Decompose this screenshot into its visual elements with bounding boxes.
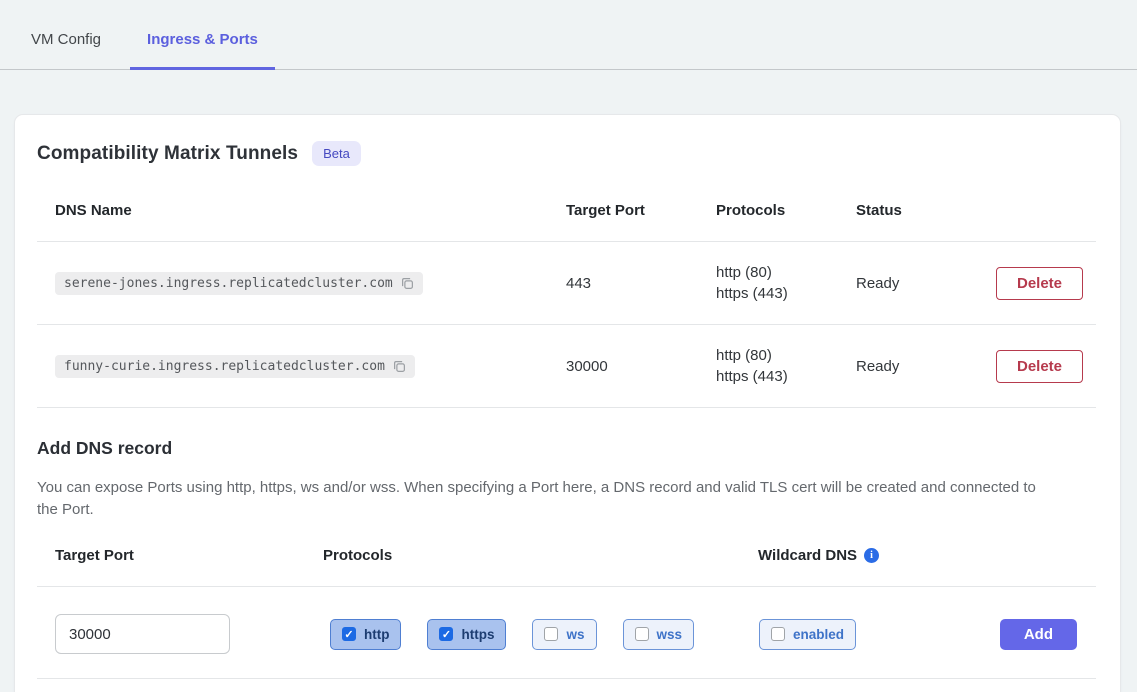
tunnels-card: Compatibility Matrix Tunnels Beta DNS Na… (14, 114, 1121, 692)
delete-button[interactable]: Delete (996, 350, 1083, 383)
action-cell: Delete (996, 350, 1102, 383)
table-row: serene-jones.ingress.replicatedcluster.c… (37, 241, 1096, 324)
dns-cell: funny-curie.ingress.replicatedcluster.co… (37, 355, 566, 378)
checkbox-box-icon: ✓ (544, 627, 558, 641)
table-row: funny-curie.ingress.replicatedcluster.co… (37, 324, 1096, 407)
status-cell: Ready (856, 275, 996, 292)
checkbox-wildcard-enabled[interactable]: ✓ enabled (759, 619, 856, 650)
status-cell: Ready (856, 358, 996, 375)
tab-bar: VM Config Ingress & Ports (0, 0, 1137, 70)
target-port-input[interactable] (55, 614, 230, 654)
port-cell: 30000 (566, 358, 716, 375)
protocol-line: http (80) (716, 345, 856, 366)
add-form-row: ✓ http ✓ https ✓ ws ✓ wss ✓ (37, 586, 1096, 679)
header-target-port: Target Port (566, 202, 716, 219)
checkbox-https[interactable]: ✓ https (427, 619, 506, 650)
protocols-cell: ✓ http ✓ https ✓ ws ✓ wss (323, 619, 758, 650)
copy-icon[interactable] (400, 276, 415, 291)
card-title-row: Compatibility Matrix Tunnels Beta (37, 141, 1096, 166)
dns-name-text: funny-curie.ingress.replicatedcluster.co… (64, 359, 385, 374)
header-protocols: Protocols (716, 202, 856, 219)
add-form-header: Target Port Protocols Wildcard DNS i (37, 547, 1096, 586)
action-cell: Delete (996, 267, 1102, 300)
info-icon[interactable]: i (864, 548, 879, 563)
checkbox-label: ws (566, 627, 584, 642)
port-cell: 443 (566, 275, 716, 292)
header-target-port: Target Port (37, 547, 323, 564)
checkbox-wss[interactable]: ✓ wss (623, 619, 695, 650)
dns-name-text: serene-jones.ingress.replicatedcluster.c… (64, 276, 393, 291)
wildcard-dns-cell: ✓ enabled (758, 619, 998, 650)
copy-icon[interactable] (392, 359, 407, 374)
checkbox-label: enabled (793, 627, 844, 642)
beta-badge: Beta (312, 141, 361, 166)
header-protocols: Protocols (323, 547, 758, 564)
checkbox-box-icon: ✓ (771, 627, 785, 641)
protocols-cell: http (80) https (443) (716, 345, 856, 387)
tunnels-table: DNS Name Target Port Protocols Status se… (37, 196, 1096, 407)
checkbox-box-icon: ✓ (342, 627, 356, 641)
tab-vm-config[interactable]: VM Config (14, 7, 118, 70)
add-button[interactable]: Add (1000, 619, 1077, 650)
protocols-cell: http (80) https (443) (716, 262, 856, 304)
checkbox-box-icon: ✓ (439, 627, 453, 641)
checkbox-label: wss (657, 627, 683, 642)
wildcard-dns-label: Wildcard DNS (758, 547, 857, 564)
checkbox-label: http (364, 627, 389, 642)
checkbox-http[interactable]: ✓ http (330, 619, 401, 650)
delete-button[interactable]: Delete (996, 267, 1083, 300)
header-dns-name: DNS Name (37, 202, 566, 219)
card-title: Compatibility Matrix Tunnels (37, 143, 298, 165)
header-wildcard-dns: Wildcard DNS i (758, 547, 998, 564)
dns-cell: serene-jones.ingress.replicatedcluster.c… (37, 272, 566, 295)
target-port-cell (37, 614, 323, 654)
header-status: Status (856, 202, 996, 219)
tab-ingress-ports[interactable]: Ingress & Ports (130, 7, 275, 70)
add-dns-title: Add DNS record (37, 438, 1096, 459)
add-dns-section: Add DNS record You can expose Ports usin… (37, 407, 1096, 679)
add-dns-description: You can expose Ports using http, https, … (37, 477, 1047, 521)
protocol-line: https (443) (716, 366, 856, 387)
tunnels-table-header: DNS Name Target Port Protocols Status (37, 196, 1096, 241)
checkbox-ws[interactable]: ✓ ws (532, 619, 596, 650)
checkbox-label: https (461, 627, 494, 642)
dns-name-pill: serene-jones.ingress.replicatedcluster.c… (55, 272, 423, 295)
checkbox-box-icon: ✓ (635, 627, 649, 641)
dns-name-pill: funny-curie.ingress.replicatedcluster.co… (55, 355, 415, 378)
protocol-line: https (443) (716, 283, 856, 304)
protocol-line: http (80) (716, 262, 856, 283)
add-button-cell: Add (998, 619, 1096, 650)
